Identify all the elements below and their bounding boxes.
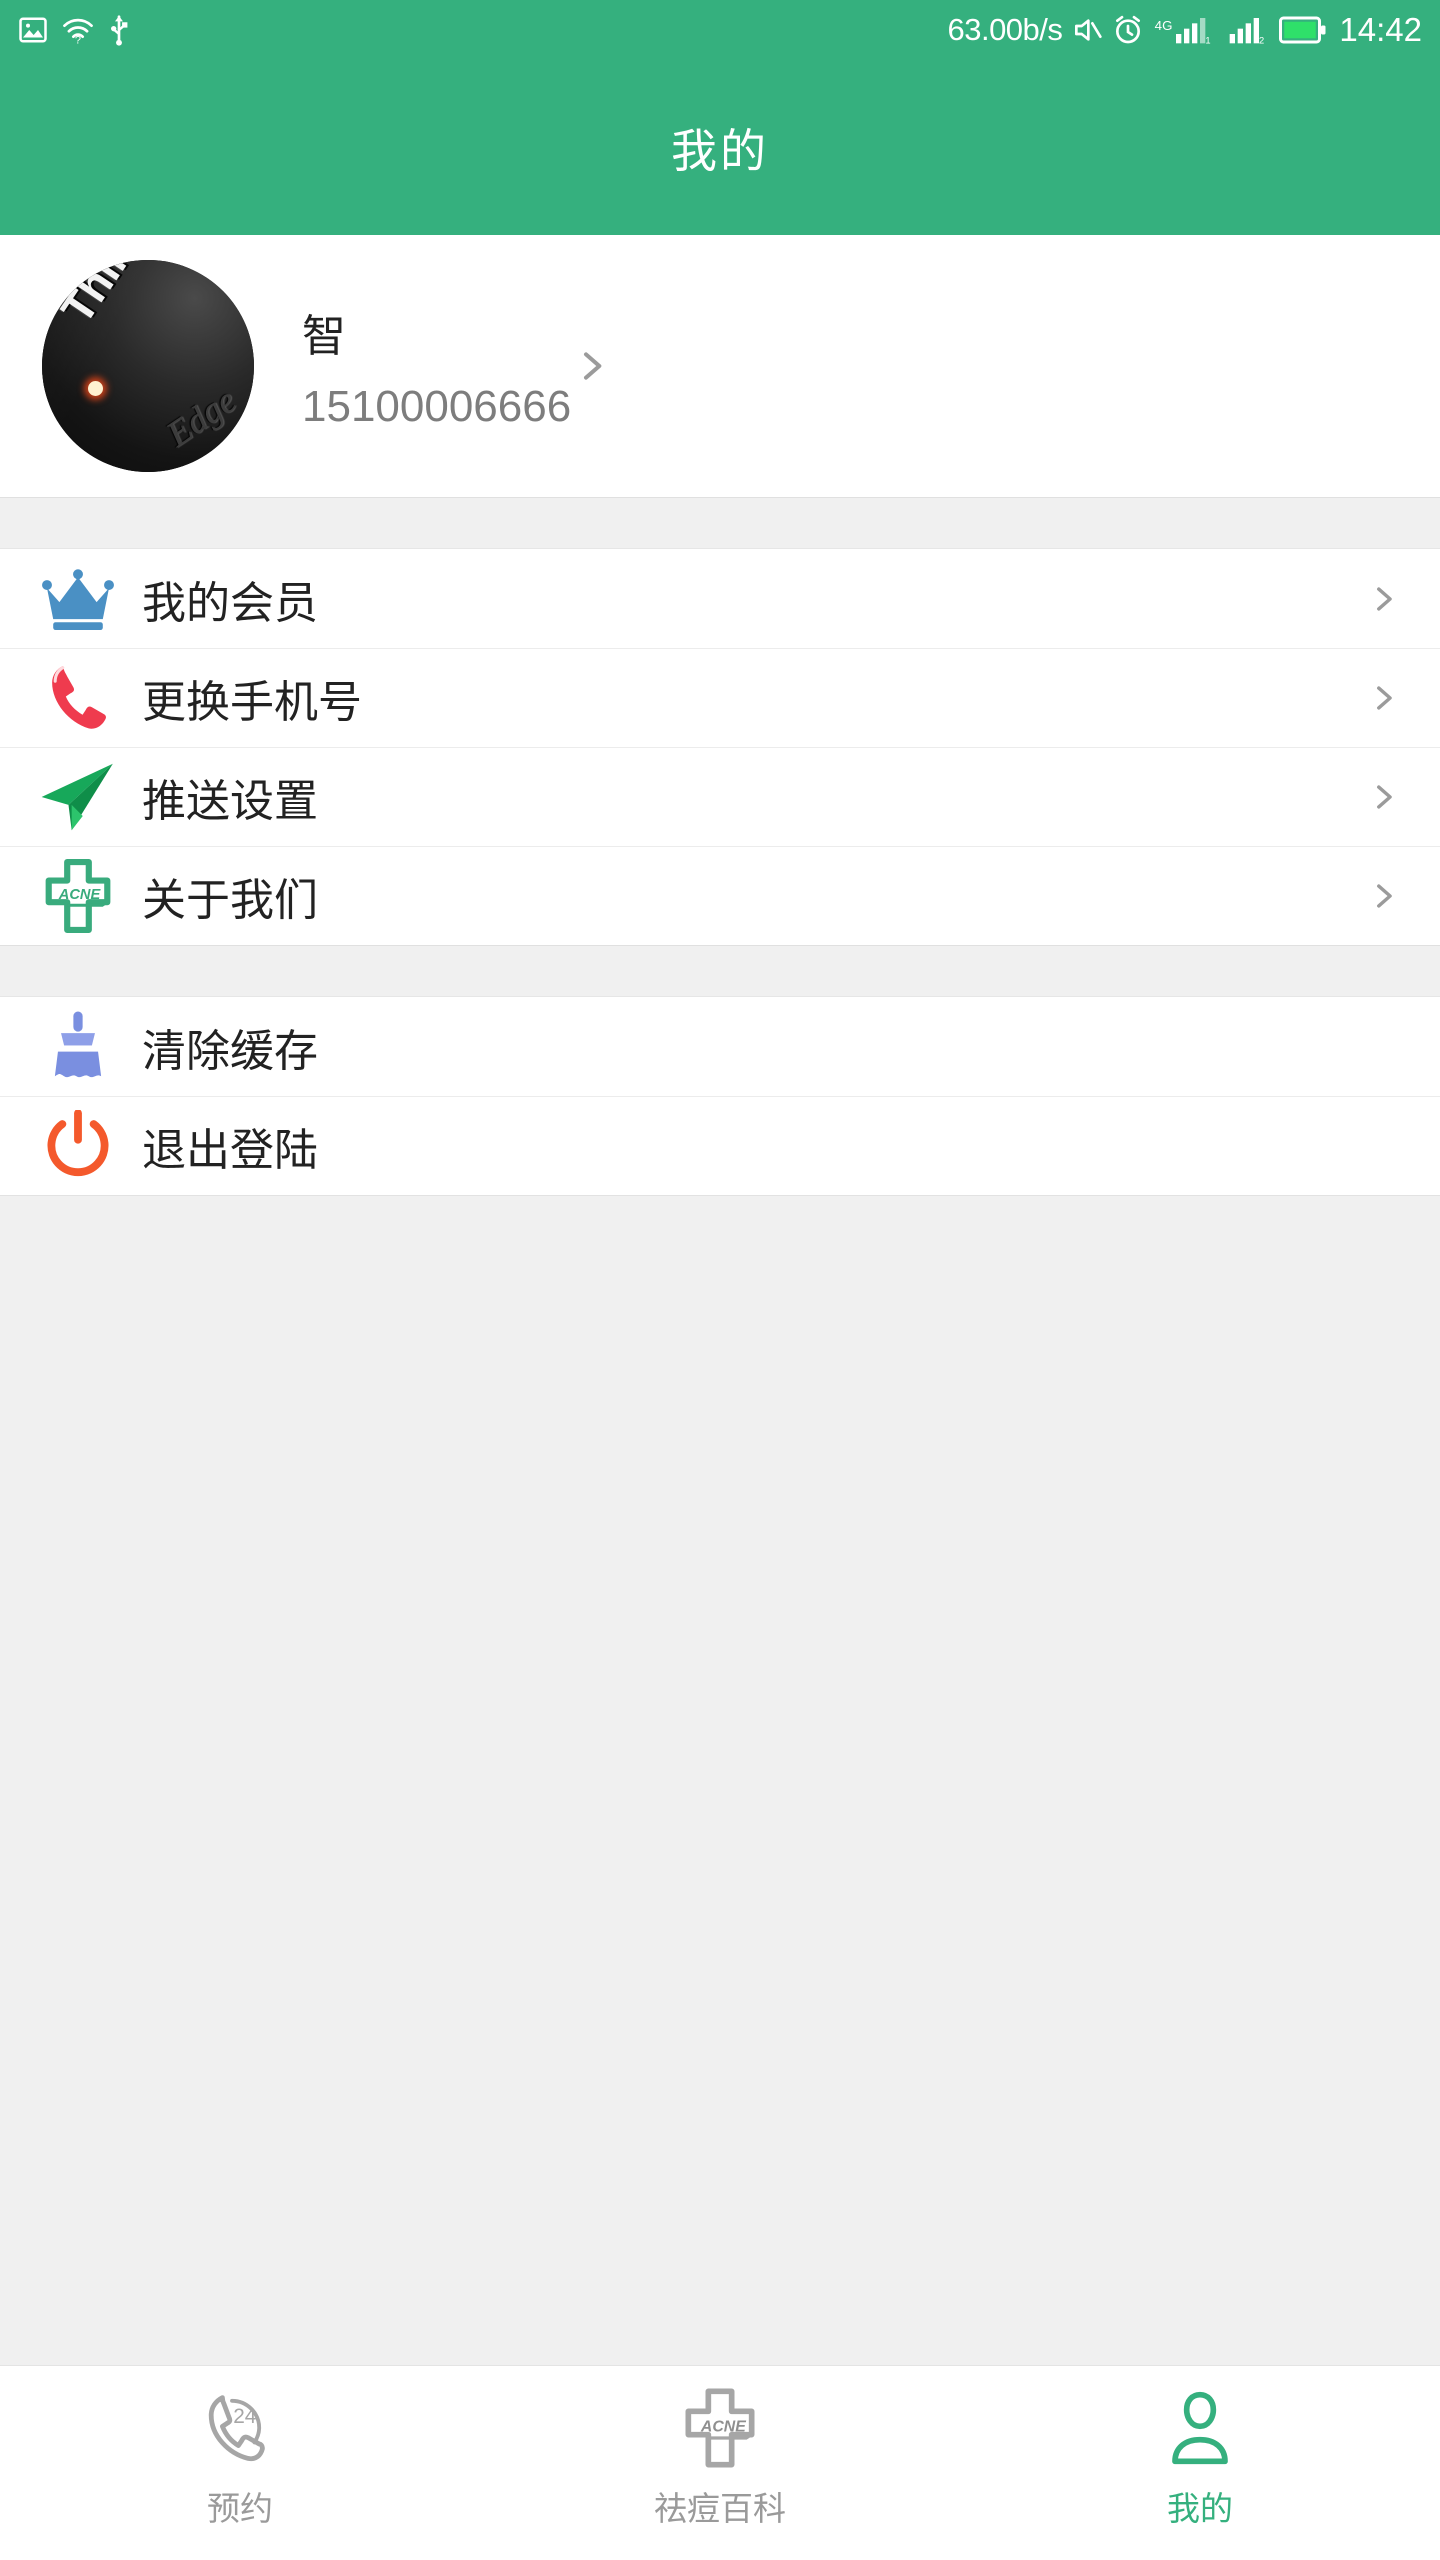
tab-mine[interactable]: 我的	[960, 2366, 1440, 2530]
svg-text:ACNE: ACNE	[700, 2418, 746, 2435]
profile-name: 智	[302, 312, 346, 361]
tab-label: 预约	[207, 2490, 273, 2527]
menu-item-membership[interactable]: 我的会员	[0, 549, 1440, 648]
battery-icon	[1279, 16, 1326, 44]
avatar-led-dot	[88, 381, 103, 396]
crown-icon	[30, 568, 126, 630]
page-header: 我的	[0, 60, 1440, 235]
menu-item-label: 推送设置	[142, 777, 318, 826]
svg-text:4G: 4G	[1155, 18, 1173, 33]
menu-item-label: 关于我们	[142, 876, 318, 925]
usb-icon	[111, 15, 128, 46]
acne-cross-icon: ACNE	[685, 2388, 755, 2468]
signal-2-icon: 2	[1230, 18, 1265, 45]
tab-appointment[interactable]: 24 预约	[0, 2366, 480, 2530]
menu-item-clear-cache[interactable]: 清除缓存	[0, 997, 1440, 1096]
menu-item-label: 我的会员	[142, 578, 318, 628]
menu-group-1: 我的会员 更换手机号 推送设置 ACNE 关于我们	[0, 549, 1440, 945]
svg-text:ACNE: ACNE	[58, 887, 102, 903]
phone-24-icon: 24	[208, 2395, 265, 2462]
status-bar-clock: 14:42	[1339, 11, 1422, 48]
section-spacer-1	[0, 497, 1440, 549]
network-speed: 63.00b/s	[947, 12, 1063, 47]
menu-item-label: 更换手机号	[142, 678, 362, 727]
status-bar-right: 63.00b/s 4G 1 2 14:42	[947, 0, 1422, 60]
avatar: ThinkPad Edge	[42, 260, 254, 472]
tab-label: 祛痘百科	[654, 2490, 786, 2527]
bottom-tab-bar: 24 预约 ACNE 祛痘百科 我的	[0, 2365, 1440, 2560]
menu-item-label: 退出登陆	[142, 1126, 318, 1175]
profile-row[interactable]: ThinkPad Edge 智 15100006666	[0, 235, 1440, 497]
chevron-right-icon	[1377, 884, 1392, 908]
menu-group-2: 清除缓存 退出登陆	[0, 997, 1440, 1195]
menu-item-push-settings[interactable]: 推送设置	[0, 747, 1440, 846]
menu-item-label: 清除缓存	[142, 1026, 318, 1076]
broom-icon	[30, 1010, 126, 1084]
tab-acne-encyclopedia[interactable]: ACNE 祛痘百科	[480, 2366, 960, 2530]
svg-text:?: ?	[75, 35, 81, 45]
person-icon	[1172, 2391, 1228, 2465]
menu-item-logout[interactable]: 退出登陆	[0, 1096, 1440, 1195]
paper-plane-icon	[30, 762, 126, 832]
svg-text:24: 24	[233, 2405, 256, 2428]
status-bar-left-icons: ?	[18, 14, 130, 46]
menu-item-about-us[interactable]: ACNE 关于我们	[0, 846, 1440, 945]
mute-icon	[1075, 19, 1103, 41]
menu-item-change-phone[interactable]: 更换手机号	[0, 648, 1440, 747]
page-filler	[0, 1195, 1440, 1855]
profile-text: 智 15100006666	[302, 300, 571, 432]
profile-phone: 15100006666	[302, 382, 572, 431]
chevron-right-icon	[1377, 686, 1392, 710]
svg-text:2: 2	[1259, 35, 1264, 45]
alarm-icon	[1116, 15, 1141, 44]
status-bar: ? 63.00b/s 4G 1 2 14:42	[0, 0, 1440, 60]
page-title: 我的	[671, 124, 769, 177]
chevron-right-icon	[584, 352, 602, 380]
svg-text:1: 1	[1206, 35, 1211, 45]
section-spacer-2	[0, 945, 1440, 997]
chevron-right-icon	[1377, 785, 1392, 809]
image-icon	[19, 17, 47, 43]
acne-cross-icon: ACNE	[30, 859, 126, 933]
wifi-question-icon: ?	[63, 18, 93, 45]
chevron-right-icon	[1377, 586, 1392, 611]
power-icon	[30, 1110, 126, 1182]
app-root: ? 63.00b/s 4G 1 2 14:42 我的 Edge 智 151000…	[0, 0, 1440, 2560]
phone-icon	[30, 663, 126, 733]
signal-4g-icon: 4G 1	[1155, 18, 1211, 45]
tab-label: 我的	[1167, 2490, 1233, 2527]
